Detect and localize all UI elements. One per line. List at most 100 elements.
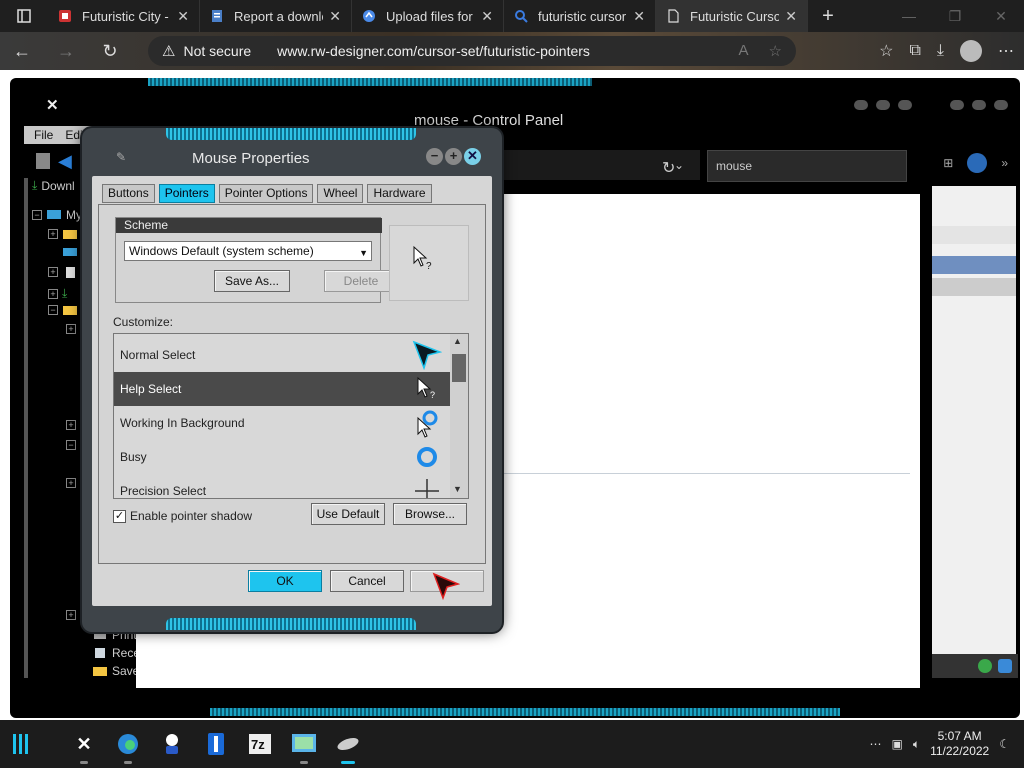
tree-item-recent[interactable]: Rece: [92, 646, 140, 660]
tab-close-icon[interactable]: ✕: [633, 8, 645, 25]
tree-expander[interactable]: +: [66, 420, 76, 430]
close-icon[interactable]: [898, 100, 912, 110]
browser-tab-3[interactable]: Upload files for ✕: [352, 0, 504, 32]
tree-item[interactable]: +: [48, 266, 78, 278]
ok-button[interactable]: OK: [248, 570, 322, 592]
expand-icon[interactable]: +: [66, 478, 76, 488]
refresh-button[interactable]: ↻: [88, 32, 132, 70]
panel-toggle-icon[interactable]: [36, 153, 50, 169]
expand-icon[interactable]: +: [48, 229, 58, 239]
taskbar-app-mouse[interactable]: [326, 720, 370, 768]
tab-actions-button[interactable]: [0, 0, 48, 32]
favorites-icon[interactable]: ☆: [879, 41, 893, 61]
minimize-icon[interactable]: [854, 100, 868, 110]
favorite-star-icon[interactable]: ☆: [769, 42, 782, 60]
refresh-icon[interactable]: ↻: [662, 158, 675, 178]
expand-icon[interactable]: +: [66, 324, 76, 334]
tab-pointer-options[interactable]: Pointer Options: [218, 184, 314, 203]
save-as-button[interactable]: Save As...: [214, 270, 290, 292]
tab-buttons[interactable]: Buttons: [102, 184, 155, 203]
expand-icon[interactable]: +: [66, 420, 76, 430]
tree-expander[interactable]: +: [66, 478, 76, 488]
new-tab-button[interactable]: +: [808, 5, 848, 28]
list-item[interactable]: [932, 226, 1016, 244]
list-item[interactable]: Precision Select: [114, 474, 450, 498]
tab-hardware[interactable]: Hardware: [367, 184, 432, 203]
scroll-up-icon[interactable]: ▲: [453, 336, 462, 346]
tab-close-icon[interactable]: ✕: [785, 8, 797, 25]
list-item[interactable]: Normal Select: [114, 338, 450, 372]
tab-pointers[interactable]: Pointers: [158, 184, 215, 203]
tree-expander[interactable]: +: [66, 610, 76, 620]
download-icon[interactable]: ⤓: [937, 42, 944, 60]
avatar[interactable]: [960, 40, 982, 62]
scroll-thumb[interactable]: [452, 354, 466, 382]
taskbar-app-7zip[interactable]: 7z: [238, 720, 282, 768]
scheme-select[interactable]: Windows Default (system scheme) ▼: [124, 241, 372, 261]
xwidget-close-icon[interactable]: ✕: [46, 96, 59, 114]
tab-close-icon[interactable]: ✕: [481, 8, 493, 25]
collections-icon[interactable]: ⧉: [909, 42, 920, 60]
browse-button[interactable]: Browse...: [393, 503, 467, 525]
read-aloud-icon[interactable]: A: [739, 42, 749, 60]
url-field[interactable]: ⚠ Not secure www.rw-designer.com/cursor-…: [148, 36, 796, 66]
overflow-icon[interactable]: ⋯: [870, 737, 882, 751]
browser-tab-5[interactable]: Futuristic Cursor ✕: [656, 0, 808, 32]
cancel-button[interactable]: Cancel: [330, 570, 404, 592]
search-input[interactable]: mouse: [707, 150, 907, 182]
network-icon[interactable]: ▣: [892, 737, 903, 751]
list-item[interactable]: Busy: [114, 440, 450, 474]
tree-expander[interactable]: +: [66, 324, 76, 334]
tab-close-icon[interactable]: ✕: [177, 8, 189, 25]
list-item[interactable]: [932, 256, 1016, 274]
taskbar-app-xwidget[interactable]: ✕: [62, 720, 106, 768]
start-button[interactable]: [0, 720, 42, 768]
collapse-icon[interactable]: −: [32, 210, 42, 220]
maximize-icon[interactable]: ❐: [932, 0, 978, 32]
close-icon[interactable]: ✕: [464, 148, 481, 165]
tree-item[interactable]: + ⤓: [48, 286, 67, 301]
tree-item-my-computer[interactable]: − My: [32, 208, 82, 222]
taskbar-app-notepad[interactable]: [194, 720, 238, 768]
tree-expander[interactable]: −: [66, 440, 76, 450]
taskbar-app-edge[interactable]: [106, 720, 150, 768]
more-menu-icon[interactable]: ⋯: [998, 41, 1014, 61]
list-item[interactable]: Working In Background: [114, 406, 450, 440]
back-arrow-icon[interactable]: ◀: [58, 151, 72, 172]
maximize-icon[interactable]: [972, 100, 986, 110]
taskbar-app-control-panel[interactable]: [282, 720, 326, 768]
browser-tab-2[interactable]: Report a downlo ✕: [200, 0, 352, 32]
collapse-icon[interactable]: −: [48, 305, 58, 315]
list-item[interactable]: Help Select ?: [114, 372, 450, 406]
tab-close-icon[interactable]: ✕: [329, 8, 341, 25]
browser-tab-1[interactable]: Futuristic City - ✕: [48, 0, 200, 32]
minimize-icon[interactable]: −: [426, 148, 443, 165]
list-item[interactable]: [932, 278, 1016, 296]
list-scrollbar[interactable]: ▲ ▼: [450, 334, 468, 498]
forward-button[interactable]: →: [44, 32, 88, 70]
minimize-icon[interactable]: —: [886, 0, 932, 32]
expand-icon[interactable]: +: [48, 267, 58, 277]
tree-item[interactable]: +: [48, 228, 78, 240]
expand-icon[interactable]: +: [66, 610, 76, 620]
close-icon[interactable]: [994, 100, 1008, 110]
collapse-icon[interactable]: −: [66, 440, 76, 450]
view-icon[interactable]: ⊞: [943, 156, 953, 170]
tree-item[interactable]: [62, 246, 78, 258]
checkbox[interactable]: ✓: [113, 509, 126, 523]
minimize-icon[interactable]: [950, 100, 964, 110]
app-icon[interactable]: [967, 153, 988, 173]
scroll-down-icon[interactable]: ▼: [453, 484, 462, 494]
chevron-right-icon[interactable]: »: [1001, 156, 1008, 170]
maximize-icon[interactable]: [876, 100, 890, 110]
tree-item-downloads[interactable]: ⤓ Downl: [32, 178, 75, 193]
taskbar-app-bot[interactable]: [150, 720, 194, 768]
delete-button[interactable]: Delete: [324, 270, 398, 292]
focus-assist-icon[interactable]: ☾: [999, 737, 1010, 751]
menu-file[interactable]: File: [34, 128, 53, 142]
tree-item[interactable]: −: [48, 304, 78, 316]
volume-icon[interactable]: 🔈︎: [913, 737, 920, 752]
back-button[interactable]: ←: [0, 32, 44, 70]
enable-shadow-checkbox[interactable]: ✓ Enable pointer shadow: [113, 509, 252, 523]
use-default-button[interactable]: Use Default: [311, 503, 385, 525]
